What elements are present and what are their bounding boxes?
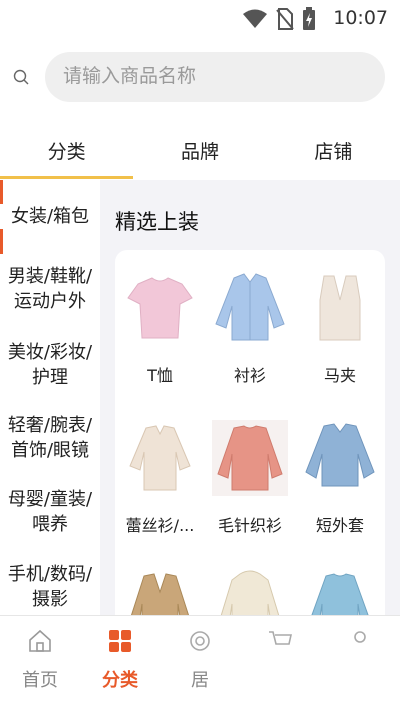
product-label: 短外套 (315, 516, 364, 535)
sidebar-item-luxury[interactable]: 轻奢/腕表/首饰/眼镜 (0, 413, 100, 463)
product-label: 毛针织衫 (217, 516, 282, 535)
tab-brand[interactable]: 品牌 (133, 130, 266, 178)
hoodie-icon (220, 570, 280, 615)
nav-category-label: 分类 (102, 670, 138, 691)
vest-icon (319, 275, 361, 341)
search-input[interactable] (61, 64, 365, 88)
sweater-icon (212, 420, 288, 496)
product-lace-top[interactable]: 蕾丝衫/... (115, 410, 205, 540)
nav-home-label: 首页 (22, 670, 58, 691)
product-tshirt[interactable]: T恤 (115, 260, 205, 390)
bottom-nav: 首页 分类 居 (0, 615, 400, 701)
sidebar-item-baby[interactable]: 母婴/童装/喂养 (0, 487, 100, 537)
product-denim-jacket[interactable]: 短外套 (295, 410, 385, 540)
product-sweater[interactable]: 毛针织衫 (205, 410, 295, 540)
nav-profile[interactable] (320, 616, 400, 701)
product-label: 衬衫 (233, 366, 266, 385)
blazer-icon (130, 573, 190, 615)
search-icon[interactable] (12, 68, 30, 86)
nav-discover-label: 居 (191, 670, 209, 691)
category-icon (109, 630, 131, 652)
product-sweatshirt[interactable] (295, 560, 385, 615)
status-icons (242, 7, 316, 31)
nav-discover[interactable]: 居 (160, 616, 240, 701)
sidebar-item-men[interactable]: 男装/鞋靴/运动户外 (0, 264, 100, 314)
product-grid: T恤 衬衫 马夹 蕾丝衫/... 毛针织衫 短外套 (115, 250, 385, 615)
cart-icon (269, 631, 292, 645)
product-label: 蕾丝衫/... (125, 516, 195, 535)
sidebar-item-digital[interactable]: 手机/数码/摄影 (0, 562, 100, 612)
product-shirt[interactable]: 衬衫 (205, 260, 295, 390)
search-bar (0, 52, 400, 104)
section-title: 精选上装 (115, 210, 199, 234)
category-main: 精选上装 T恤 衬衫 马夹 蕾丝衫/... 毛针织衫 短外套 (115, 180, 390, 615)
nav-home[interactable]: 首页 (0, 616, 80, 701)
product-label: 马夹 (323, 366, 356, 385)
search-box[interactable] (45, 52, 385, 102)
nav-cart[interactable] (240, 616, 320, 701)
tab-store[interactable]: 店铺 (267, 130, 400, 178)
tab-category[interactable]: 分类 (0, 130, 134, 179)
battery-charging-icon (303, 7, 315, 30)
shirt-icon (215, 273, 285, 341)
product-label: T恤 (147, 366, 173, 385)
no-sim-icon (276, 8, 294, 30)
category-tabs: 分类 品牌 店铺 (0, 130, 400, 179)
wifi-icon (243, 9, 267, 28)
product-blazer[interactable] (115, 560, 205, 615)
discover-icon (190, 631, 210, 651)
home-icon (29, 629, 51, 652)
nav-category[interactable]: 分类 (80, 616, 160, 701)
denim-jacket-icon (305, 423, 375, 487)
product-vest[interactable]: 马夹 (295, 260, 385, 390)
tshirt-icon (127, 277, 193, 339)
category-sidebar: 女装/箱包 男装/鞋靴/运动户外 美妆/彩妆/护理 轻奢/腕表/首饰/眼镜 母婴… (0, 180, 100, 615)
status-bar: 10:07 (0, 0, 400, 36)
content-area: 女装/箱包 男装/鞋靴/运动户外 美妆/彩妆/护理 轻奢/腕表/首饰/眼镜 母婴… (0, 180, 400, 615)
sidebar-item-women[interactable]: 女装/箱包 (0, 204, 100, 229)
lace-top-icon (129, 425, 191, 491)
sidebar-item-beauty[interactable]: 美妆/彩妆/护理 (0, 340, 100, 390)
product-hoodie[interactable] (205, 560, 295, 615)
sweatshirt-icon (311, 573, 369, 615)
status-time: 10:07 (333, 7, 388, 29)
profile-icon (354, 631, 366, 643)
